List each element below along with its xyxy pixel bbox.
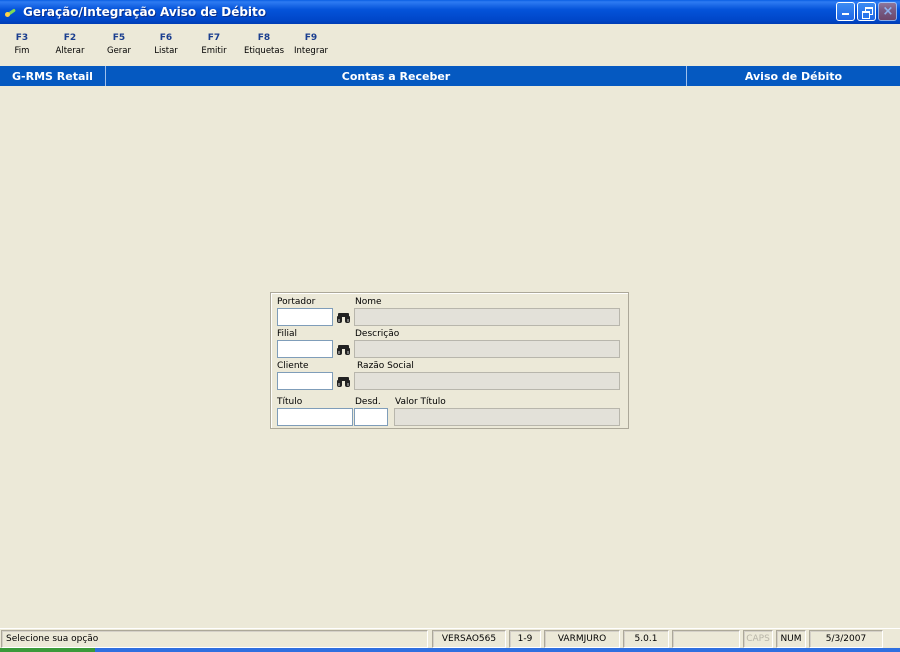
nome-input [355,309,619,325]
fkey-label: Alterar [55,46,85,56]
minimize-button[interactable] [836,2,855,21]
close-icon: × [882,4,894,19]
status-user: VARMJURO [544,630,620,648]
desd-input[interactable] [355,409,387,425]
minimize-icon [842,13,849,15]
header-screen-name: Aviso de Débito [744,69,843,83]
status-num: NUM [776,630,806,648]
descricao-field [354,340,620,358]
status-caps: CAPS [743,630,773,648]
filial-field[interactable] [277,340,333,358]
fkey-label: Fim [14,46,30,56]
status-build: 5.0.1 [623,630,669,648]
filial-input[interactable] [278,341,332,357]
fkey-integrar-button[interactable]: F9 Integrar [290,26,332,64]
fkey-label: Etiquetas [243,46,285,56]
fkey-code: F6 [159,33,173,43]
portador-lookup-button[interactable] [334,308,352,326]
fkey-code: F7 [207,33,221,43]
valor-titulo-input [395,409,619,425]
fkey-emitir-button[interactable]: F7 Emitir [190,26,238,64]
header-system-name: G-RMS Retail [0,66,106,86]
fkey-code: F8 [257,33,271,43]
filial-label: Filial [277,329,298,339]
filial-lookup-button[interactable] [334,340,352,358]
binoculars-icon [336,344,350,355]
nome-label: Nome [355,297,382,307]
portador-field[interactable] [277,308,333,326]
window-controls: × [836,2,897,21]
close-button[interactable]: × [878,2,897,21]
cliente-field[interactable] [277,372,333,390]
fkey-label: Listar [154,46,178,56]
window-title: Geração/Integração Aviso de Débito [23,5,267,19]
cliente-lookup-button[interactable] [334,372,352,390]
start-button-strip[interactable] [0,648,95,652]
razao-social-label: Razão Social [357,361,414,371]
restore-icon [862,7,873,19]
title-bar[interactable]: Geração/Integração Aviso de Débito × [0,0,900,24]
valor-titulo-field [394,408,620,426]
fkey-listar-button[interactable]: F6 Listar [142,26,190,64]
portador-input[interactable] [278,309,332,325]
status-blank [672,630,740,648]
razao-social-input [355,373,619,389]
fkey-label: Integrar [293,46,329,56]
desd-field[interactable] [354,408,388,426]
razao-social-field [354,372,620,390]
status-range: 1-9 [509,630,541,648]
valor-titulo-label: Valor Título [395,397,446,407]
fkey-label: Emitir [201,46,227,56]
restore-button[interactable] [857,2,876,21]
app-icon[interactable] [5,6,17,18]
function-key-toolbar: F3 Fim F2 Alterar F5 Gerar F6 Listar F7 … [0,26,332,64]
fkey-code: F2 [63,33,77,43]
fkey-label: Gerar [106,46,131,56]
titulo-field[interactable] [277,408,353,426]
filter-form-group: Portador Nome Filial Descrição Cliente R… [270,292,629,429]
fkey-code: F5 [112,33,126,43]
fkey-code: F9 [304,33,318,43]
titulo-input[interactable] [278,409,352,425]
nome-field [354,308,620,326]
module-header-band: G-RMS Retail Contas a Receber Aviso de D… [0,66,900,86]
desd-label: Desd. [355,397,381,407]
fkey-gerar-button[interactable]: F5 Gerar [96,26,142,64]
binoculars-icon [336,376,350,387]
descricao-label: Descrição [355,329,400,339]
binoculars-icon [336,312,350,323]
fkey-fim-button[interactable]: F3 Fim [0,26,44,64]
titulo-label: Título [277,397,303,407]
portador-label: Portador [277,297,316,307]
descricao-input [355,341,619,357]
cliente-label: Cliente [277,361,309,371]
taskbar-strip [0,648,900,652]
fkey-etiquetas-button[interactable]: F8 Etiquetas [238,26,290,64]
status-bar: Selecione sua opção VERSAO565 1-9 VARMJU… [0,628,900,648]
cliente-input[interactable] [278,373,332,389]
fkey-code: F3 [15,33,29,43]
status-date: 5/3/2007 [809,630,883,648]
status-message: Selecione sua opção [1,630,428,648]
header-module-name: Contas a Receber [106,66,687,86]
fkey-alterar-button[interactable]: F2 Alterar [44,26,96,64]
status-version: VERSAO565 [432,630,506,648]
